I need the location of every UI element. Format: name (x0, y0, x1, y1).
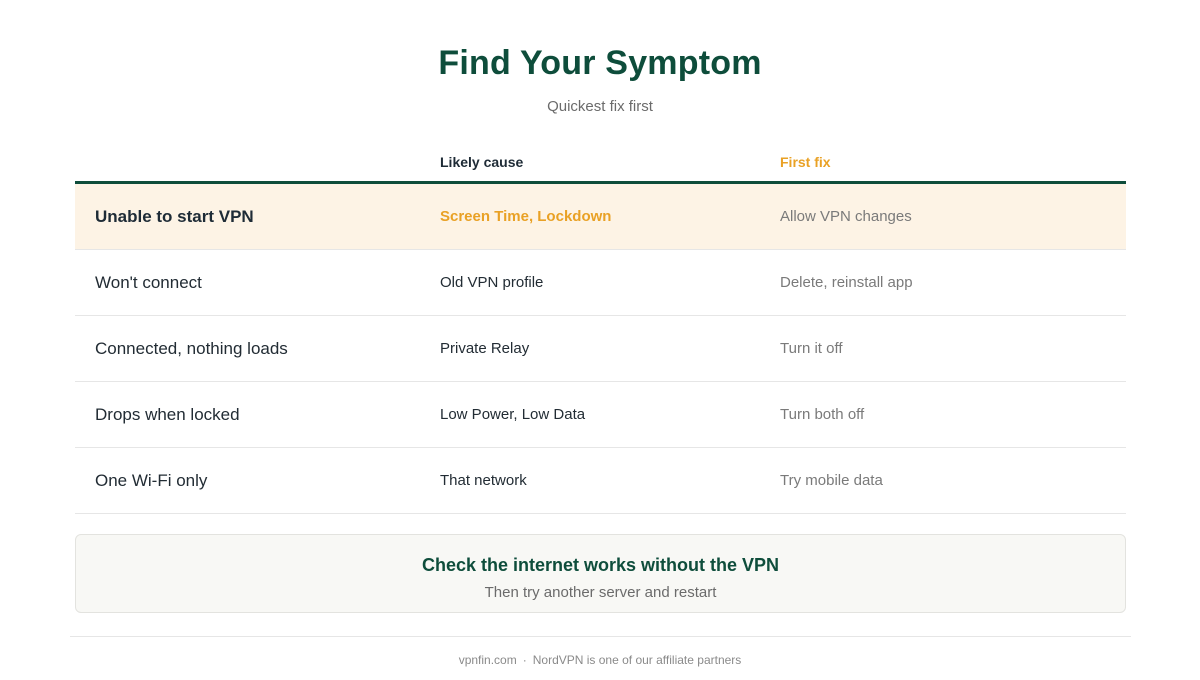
cause-cell: Old VPN profile (440, 274, 544, 291)
column-header-likely-cause: Likely cause (440, 154, 524, 170)
fix-cell: Allow VPN changes (780, 208, 912, 225)
page: Find Your Symptom Quickest fix first Lik… (0, 0, 1200, 680)
footer-site-link[interactable]: vpnfin.com (459, 653, 517, 667)
footer: vpnfin.com · NordVPN is one of our affilia… (0, 653, 1200, 667)
page-subtitle: Quickest fix first (547, 98, 653, 115)
fix-cell: Delete, reinstall app (780, 274, 913, 291)
table-row: Won't connect Old VPN profile Delete, re… (75, 250, 1126, 316)
symptom-cell: Drops when locked (95, 405, 240, 424)
footer-divider (70, 636, 1131, 637)
callout-title: Check the internet works without the VPN (421, 555, 780, 575)
cause-cell: Screen Time, Lockdown (440, 208, 612, 225)
cause-cell: Private Relay (440, 340, 530, 357)
table-row: Unable to start VPN Screen Time, Lockdow… (75, 184, 1126, 250)
footer-separator: · (522, 653, 527, 667)
symptom-cell: Connected, nothing loads (95, 339, 288, 358)
footer-disclosure: NordVPN is one of our affiliate partners (532, 653, 742, 667)
fix-cell: Turn both off (780, 406, 865, 423)
callout-subtitle: Then try another server and restart (484, 584, 717, 601)
fix-cell: Turn it off (780, 340, 843, 357)
table-row: Drops when locked Low Power, Low Data Tu… (75, 382, 1126, 448)
column-header-first-fix: First fix (780, 154, 831, 170)
symptom-cell: Unable to start VPN (95, 207, 254, 226)
page-title: Find Your Symptom (438, 44, 762, 82)
table-row: Connected, nothing loads Private Relay T… (75, 316, 1126, 382)
table-header: Likely cause First fix (75, 150, 1126, 184)
tip-callout: Check the internet works without the VPN… (75, 534, 1126, 613)
table-row: One Wi-Fi only That network Try mobile d… (75, 448, 1126, 514)
symptom-cell: Won't connect (95, 273, 202, 292)
symptom-table: Likely cause First fix Unable to start V… (75, 150, 1126, 514)
cause-cell: Low Power, Low Data (440, 406, 586, 423)
cause-cell: That network (440, 472, 527, 489)
fix-cell: Try mobile data (780, 472, 883, 489)
symptom-cell: One Wi-Fi only (95, 471, 208, 490)
